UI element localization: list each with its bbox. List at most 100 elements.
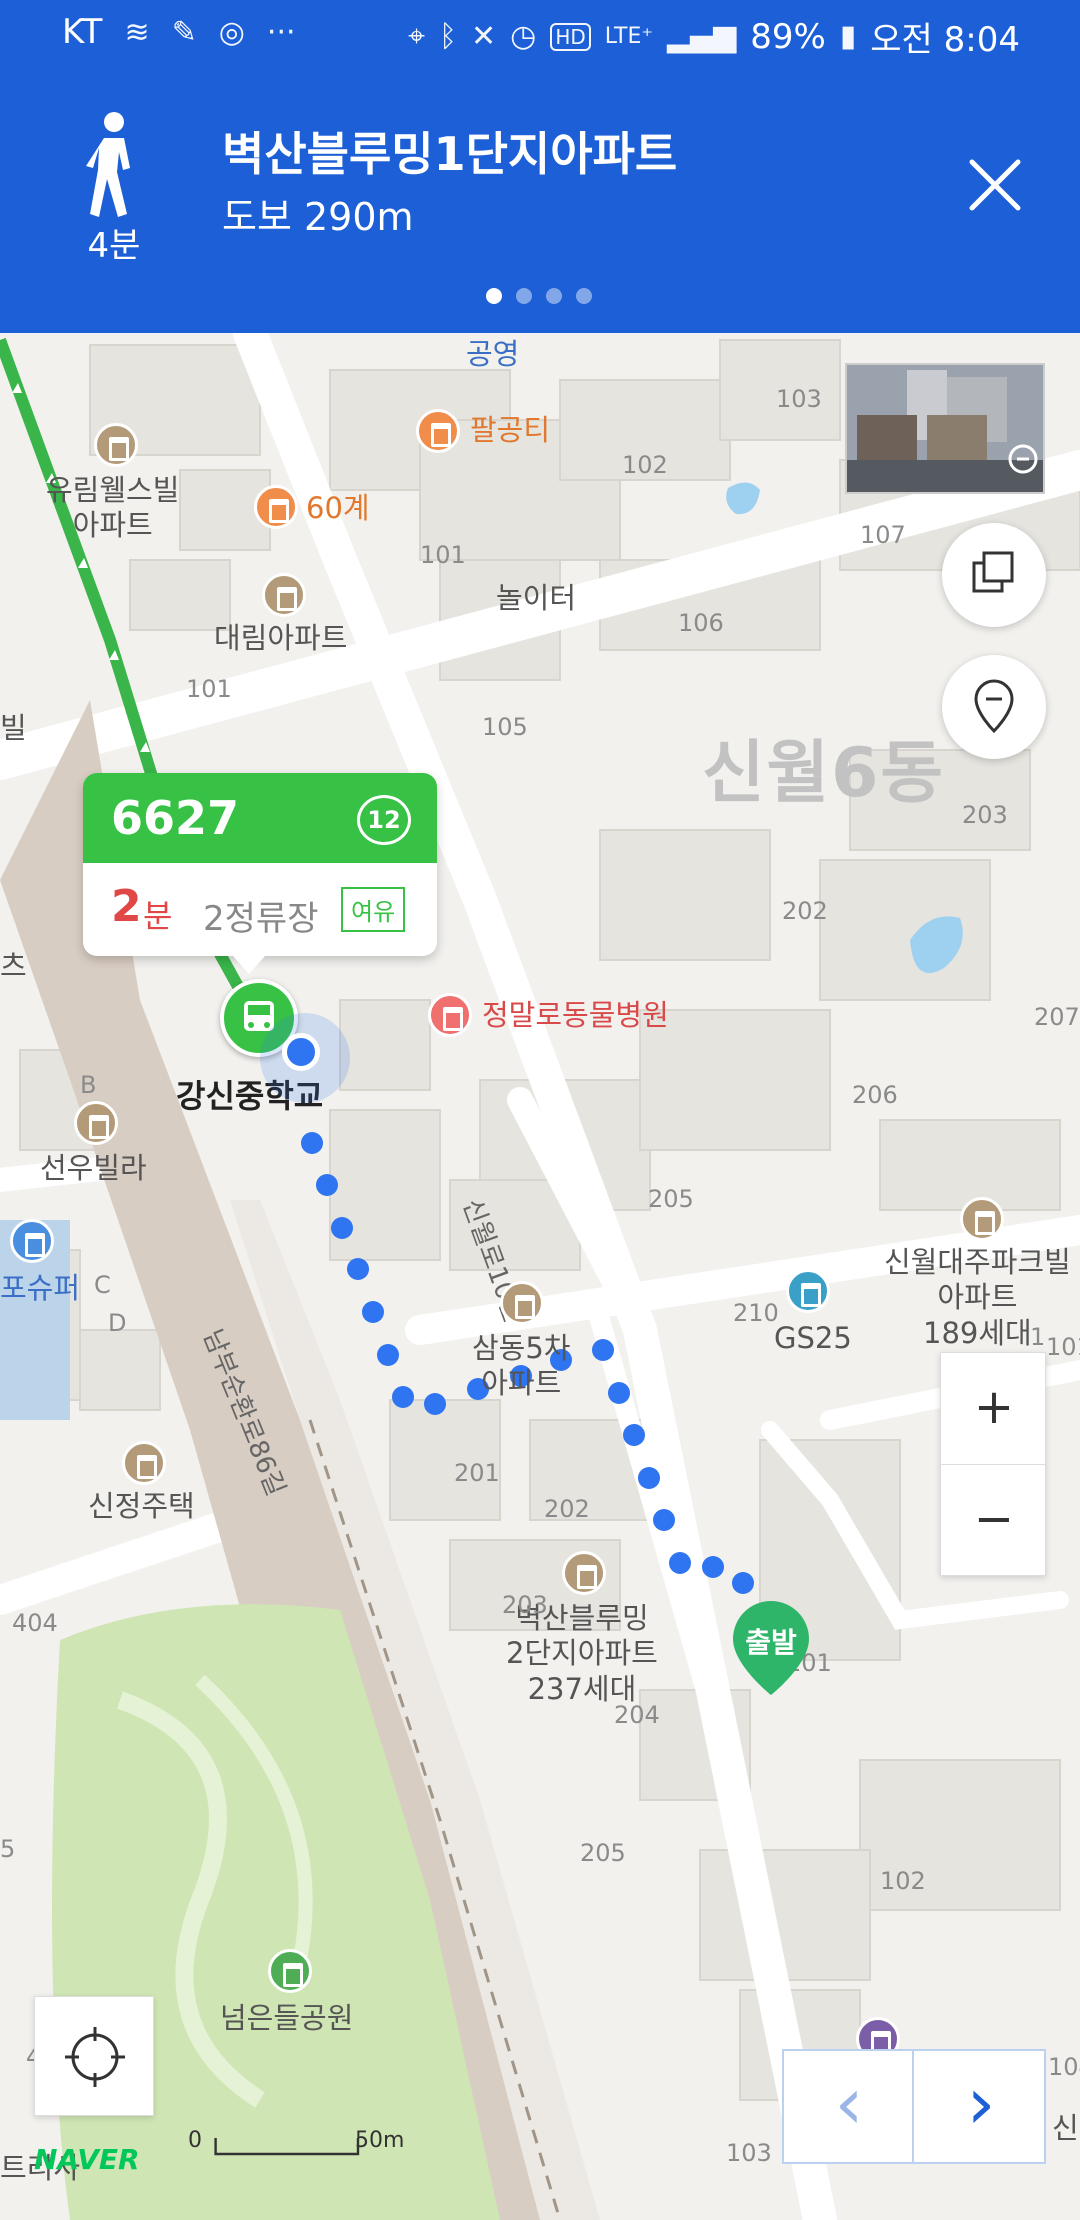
- restaurant-pin-icon[interactable]: [254, 485, 298, 529]
- route-dot: [301, 1132, 323, 1154]
- bus-card-header: 6627 12: [83, 773, 437, 863]
- apartment-pin-icon[interactable]: [960, 1197, 1004, 1241]
- prev-step-button[interactable]: ‹: [784, 2051, 914, 2162]
- building-number: 107: [860, 521, 906, 549]
- poi-60gye[interactable]: 60계: [306, 491, 370, 526]
- interval-icon: 12: [357, 795, 411, 845]
- building-number: 1: [1030, 1323, 1046, 1351]
- building-number: 105: [482, 713, 528, 741]
- building-number: 204: [614, 1701, 660, 1729]
- arrival-minutes: 2: [111, 881, 142, 932]
- poi-yurim[interactable]: 유림웰스빌 아파트: [46, 473, 179, 544]
- apartment-pin-icon[interactable]: [122, 1441, 166, 1485]
- edge-label-sin: 신: [1052, 2111, 1079, 2145]
- route-dot: [362, 1301, 384, 1323]
- more-icon: ···: [266, 14, 296, 50]
- map-canvas[interactable]: 신월6동 신월로10길 남부순환로86길 유림웰스빌 아파트 대림아파트 공영 …: [0, 333, 1080, 2220]
- building-number: C: [94, 1271, 111, 1299]
- apartment-pin-icon[interactable]: [262, 573, 306, 617]
- current-location-dot: [282, 1033, 320, 1071]
- walking-person-icon: [86, 112, 130, 217]
- locate-button[interactable]: [34, 1996, 154, 2116]
- route-dot: [377, 1344, 399, 1366]
- building-number: 205: [580, 1839, 626, 1867]
- zoom-out-button[interactable]: −: [941, 1465, 1047, 1577]
- walk-duration: 4분: [87, 226, 141, 266]
- next-step-button[interactable]: ›: [916, 2051, 1046, 2162]
- poi-daerim[interactable]: 대림아파트: [214, 621, 347, 656]
- building-number: 101: [1046, 1333, 1080, 1361]
- naver-logo: NAVER: [34, 2143, 140, 2176]
- route-header: KT ≋ ✎ ◎ ··· ⌖ ᛒ ✕ ◷ HD LTE⁺ ▂▄▆ 89% ▮ 오…: [0, 0, 1080, 333]
- poi-playground: 놀이터: [496, 581, 577, 615]
- gs25-pin-icon[interactable]: [786, 1269, 830, 1313]
- building-number: 207: [1034, 1003, 1080, 1031]
- building-number: 102: [880, 1867, 926, 1895]
- building-number: 102: [622, 451, 668, 479]
- card-pointer: [233, 956, 265, 974]
- status-right: ⌖ ᛒ ✕ ◷ HD LTE⁺ ▂▄▆ 89% ▮ 오전 8:04: [408, 12, 1020, 61]
- start-marker[interactable]: 출발: [728, 1599, 814, 1699]
- route-dot: [331, 1217, 353, 1239]
- route-dot: [392, 1386, 414, 1408]
- mart-pin-icon[interactable]: [10, 1219, 54, 1263]
- building-number: D: [108, 1309, 127, 1337]
- feather-icon: ✎: [171, 14, 197, 50]
- mute-icon: ✕: [471, 19, 497, 54]
- poi-sinjeong[interactable]: 신정주택: [88, 1489, 195, 1524]
- building-number: 101: [186, 675, 232, 703]
- zoom-in-button[interactable]: +: [941, 1353, 1047, 1465]
- building-number: 203: [962, 801, 1008, 829]
- poi-vet[interactable]: 정말로동물병원: [482, 998, 669, 1033]
- poi-palgongti[interactable]: 팔공티: [470, 413, 550, 448]
- poi-sunwoo[interactable]: 선우빌라: [40, 1151, 147, 1186]
- chevron-right-icon: ›: [966, 2061, 996, 2145]
- crosshair-icon: [65, 2027, 125, 2087]
- battery-icon: ▮: [839, 19, 857, 54]
- cafe-pin-icon[interactable]: [416, 409, 460, 453]
- seat-status-badge: 여유: [341, 887, 406, 932]
- route-dot: [732, 1572, 754, 1594]
- close-icon[interactable]: [958, 148, 1032, 222]
- page-dot: [516, 288, 532, 304]
- pin-button[interactable]: [942, 655, 1046, 759]
- apartment-pin-icon[interactable]: [94, 423, 138, 467]
- start-marker-label: 출발: [745, 1626, 797, 1659]
- streetview-thumbnail[interactable]: [845, 363, 1045, 494]
- apartment-pin-icon[interactable]: [562, 1551, 606, 1595]
- location-icon: ⌖: [408, 19, 425, 54]
- poi-gs25[interactable]: GS25: [774, 1321, 852, 1356]
- page-indicator: [486, 288, 592, 304]
- park-pin-icon[interactable]: [268, 1949, 312, 1993]
- poi-gongyoung: 공영: [466, 337, 520, 371]
- layers-button[interactable]: [942, 523, 1046, 627]
- building-number: 210: [733, 1299, 779, 1327]
- building-number: B: [80, 1071, 97, 1099]
- route-dot: [608, 1382, 630, 1404]
- poi-samdong[interactable]: 삼동5차 아파트: [472, 1331, 571, 1402]
- apartment-pin-icon[interactable]: [74, 1101, 118, 1145]
- building-number: 103: [726, 2139, 772, 2167]
- building-number: 5: [0, 1835, 16, 1863]
- page-dot: [576, 288, 592, 304]
- arrival-unit: 분: [143, 897, 173, 935]
- route-dot: [638, 1467, 660, 1489]
- zoom-controls: + −: [940, 1352, 1047, 1577]
- poi-park[interactable]: 넘은들공원: [220, 2001, 353, 2036]
- scale-bar: [214, 2138, 360, 2156]
- layers-icon: [972, 551, 1014, 593]
- hospital-pin-icon[interactable]: [428, 993, 472, 1037]
- bus-card-body: 2 분 2정류장 여유: [83, 863, 437, 956]
- chevron-left-icon: ‹: [834, 2061, 864, 2145]
- route-dot: [316, 1174, 338, 1196]
- building-number: 203: [502, 1591, 548, 1619]
- route-step-nav: ‹ ›: [782, 2049, 1046, 2164]
- building-number: 103: [776, 385, 822, 413]
- route-dot: [424, 1393, 446, 1415]
- poi-super[interactable]: 포슈퍼: [0, 1271, 80, 1306]
- building-number: 101: [420, 541, 466, 569]
- building-number: 106: [678, 609, 724, 637]
- minus-icon: −: [973, 1491, 1015, 1547]
- bus-arrival-card[interactable]: 6627 12 2 분 2정류장 여유: [83, 773, 437, 974]
- apartment-pin-icon[interactable]: [500, 1281, 544, 1325]
